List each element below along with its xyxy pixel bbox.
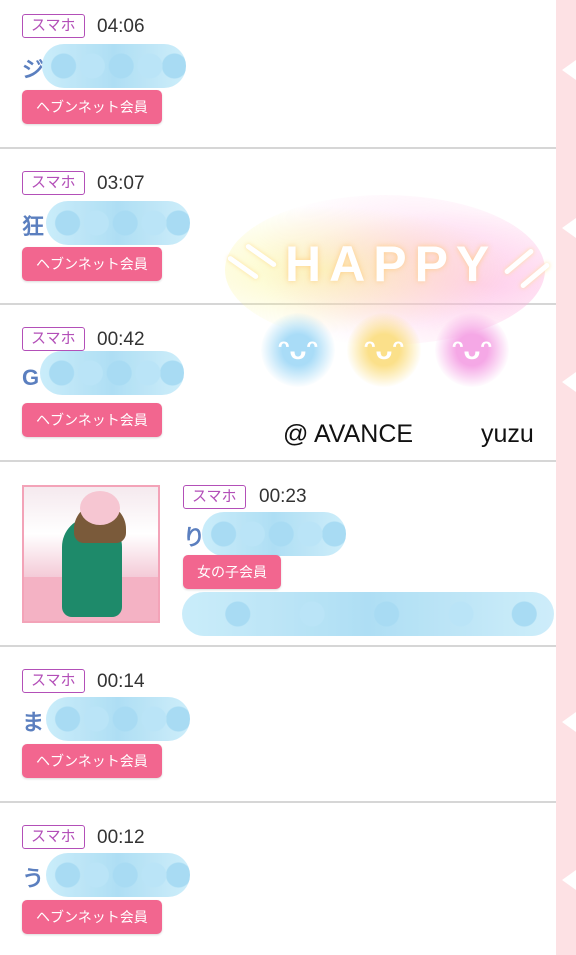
visit-time: 00:14 [97,671,145,692]
member-type-button[interactable]: 女の子会員 [183,555,281,589]
list-item[interactable]: スマホ 00:42 G ヘブンネット会員 [0,305,556,462]
watermark-user: yuzu [481,420,534,448]
shop-watermark: @ AVANCE yuzu [283,420,534,449]
visit-time: 03:07 [97,173,145,194]
device-badge: スマホ [183,485,246,509]
visitor-name-initial: ま [22,710,45,735]
list-item[interactable]: スマホ 00:23 り 女の子会員 [0,462,556,647]
strip-notch [562,712,576,732]
device-badge: スマホ [22,825,85,849]
visitor-name-initial: G [22,365,40,390]
girl-avatar-photo[interactable] [22,485,160,623]
name-redaction-blur [42,44,186,88]
strip-notch [562,60,576,80]
strip-notch [562,218,576,238]
message-redaction-blur [182,592,554,636]
device-badge: スマホ [22,14,85,38]
name-redaction-blur [46,201,190,245]
member-type-button[interactable]: ヘブンネット会員 [22,744,162,778]
visitor-name-initial: う [22,866,45,891]
member-type-button[interactable]: ヘブンネット会員 [22,900,162,934]
footprint-list-page: スマホ 04:06 ジ ヘブンネット会員 スマホ 03:07 狂 ヘブンネット会… [0,0,576,955]
member-type-button[interactable]: ヘブンネット会員 [22,90,162,124]
right-edge-strip [556,0,576,955]
visitor-name-initial: ジ [22,57,45,82]
name-redaction-blur [46,853,190,897]
list-item[interactable]: スマホ 00:14 ま ヘブンネット会員 [0,647,556,803]
member-type-button[interactable]: ヘブンネット会員 [22,247,162,281]
name-redaction-blur [46,697,190,741]
list-item[interactable]: スマホ 03:07 狂 ヘブンネット会員 [0,149,556,305]
list-item[interactable]: スマホ 00:12 う ヘブンネット会員 [0,803,556,955]
photo-face-cover [80,491,120,525]
watermark-shop: @ AVANCE [283,420,414,448]
device-badge: スマホ [22,327,85,351]
device-badge: スマホ [22,669,85,693]
visit-time: 00:23 [259,486,307,507]
strip-notch [562,870,576,890]
visit-time: 00:12 [97,827,145,848]
visit-time: 00:42 [97,329,145,350]
list-item[interactable]: スマホ 04:06 ジ ヘブンネット会員 [0,0,556,149]
visitor-name-initial: 狂 [22,214,45,239]
member-type-button[interactable]: ヘブンネット会員 [22,403,162,437]
name-redaction-blur [202,512,346,556]
name-redaction-blur [40,351,184,395]
strip-notch [562,372,576,392]
device-badge: スマホ [22,171,85,195]
visit-time: 04:06 [97,16,145,37]
